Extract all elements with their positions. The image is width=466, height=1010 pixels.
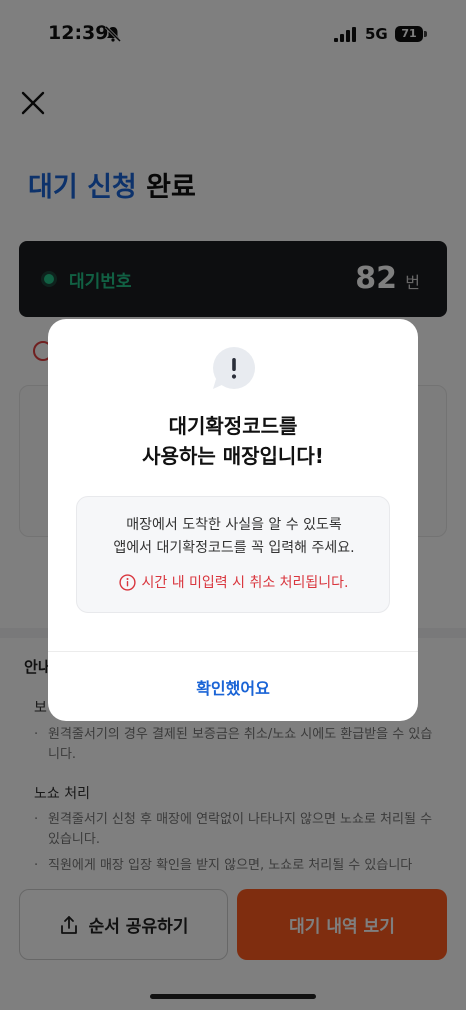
notice-text: 매장에서 도착한 사실을 알 수 있도록 앱에서 대기확정코드를 꼭 입력해 주… [77,514,391,560]
notice-line-1: 매장에서 도착한 사실을 알 수 있도록 [126,517,342,533]
home-indicator [150,994,316,999]
warning-info-icon [119,573,137,591]
notice-line-2: 앱에서 대기확정코드를 꼭 입력해 주세요. [113,540,355,556]
confirm-button[interactable]: 확인했어요 [48,652,418,721]
exclamation-bubble-icon [213,347,255,389]
modal-title: 대기확정코드를 사용하는 매장입니다! [48,411,418,471]
warning-row: 시간 내 미입력 시 취소 처리됩니다. [77,572,391,592]
modal-title-line-1: 대기확정코드를 [168,414,298,438]
warning-text: 시간 내 미입력 시 취소 처리됩니다. [141,575,349,591]
modal-title-line-2: 사용하는 매장입니다! [142,444,324,468]
confirm-button-label: 확인했어요 [196,678,270,698]
notice-box: 매장에서 도착한 사실을 알 수 있도록 앱에서 대기확정코드를 꼭 입력해 주… [76,496,390,613]
confirm-code-modal: 대기확정코드를 사용하는 매장입니다! 매장에서 도착한 사실을 알 수 있도록… [48,319,418,721]
